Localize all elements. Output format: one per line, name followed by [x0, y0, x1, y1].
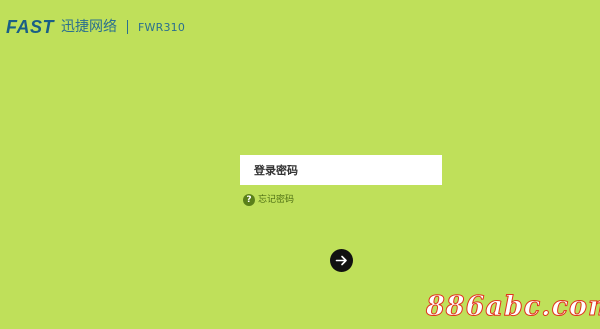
password-input[interactable] — [240, 155, 442, 185]
header: FAST 迅捷网络 FWR310 — [6, 15, 185, 39]
login-form — [240, 155, 442, 185]
brand-name: 迅捷网络 — [61, 19, 118, 35]
forgot-password-label: 忘记密码 — [258, 194, 295, 205]
fast-logo: FAST — [6, 17, 55, 37]
login-submit-button[interactable] — [330, 249, 353, 272]
site-watermark: 886abc.com — [426, 291, 600, 322]
arrow-right-icon — [335, 255, 347, 266]
forgot-password-link[interactable]: ? 忘记密码 — [243, 194, 294, 206]
question-circle-icon: ? — [243, 194, 255, 206]
model-name: FWR310 — [138, 20, 186, 34]
header-divider — [127, 20, 129, 34]
